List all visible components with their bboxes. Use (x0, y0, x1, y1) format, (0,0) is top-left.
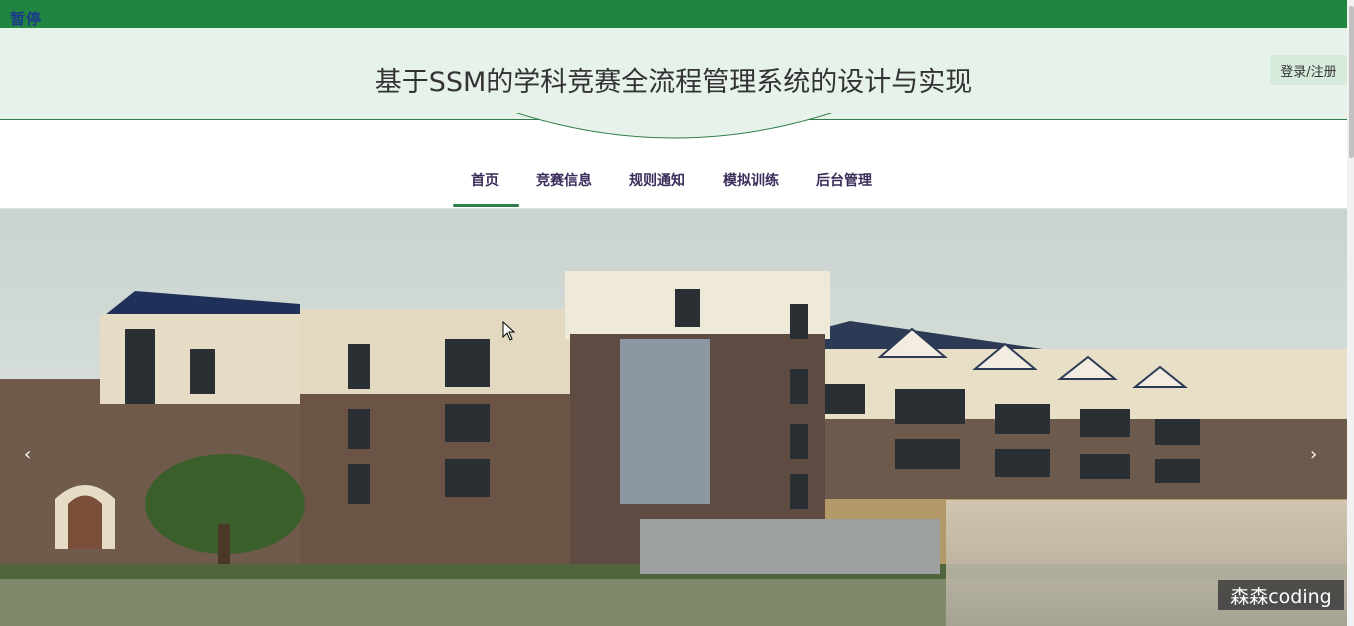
header-arc-decoration (514, 112, 834, 140)
scrollbar-thumb[interactable] (1349, 6, 1354, 158)
nav-active-indicator (453, 204, 519, 207)
site-title: 基于SSM的学科竞赛全流程管理系统的设计与实现 (374, 67, 973, 98)
nav-item-rules-notice[interactable]: 规则通知 (629, 170, 685, 190)
top-color-bar (0, 0, 1347, 28)
pause-label[interactable]: 暂停 (10, 8, 42, 29)
watermark-badge: 森森coding (1218, 580, 1344, 610)
nav-item-mock-training[interactable]: 模拟训练 (723, 170, 779, 190)
carousel-next-arrow[interactable]: › (1310, 444, 1317, 465)
nav-item-admin[interactable]: 后台管理 (816, 170, 872, 190)
carousel-prev-arrow[interactable]: ‹ (24, 444, 31, 465)
mouse-cursor-icon (502, 320, 516, 345)
nav-item-competition-info[interactable]: 竞赛信息 (536, 170, 592, 190)
login-register-button[interactable]: 登录/注册 (1270, 55, 1347, 85)
nav-item-home[interactable]: 首页 (471, 170, 499, 190)
main-nav: 首页 竞赛信息 规则通知 模拟训练 后台管理 (0, 150, 1347, 209)
